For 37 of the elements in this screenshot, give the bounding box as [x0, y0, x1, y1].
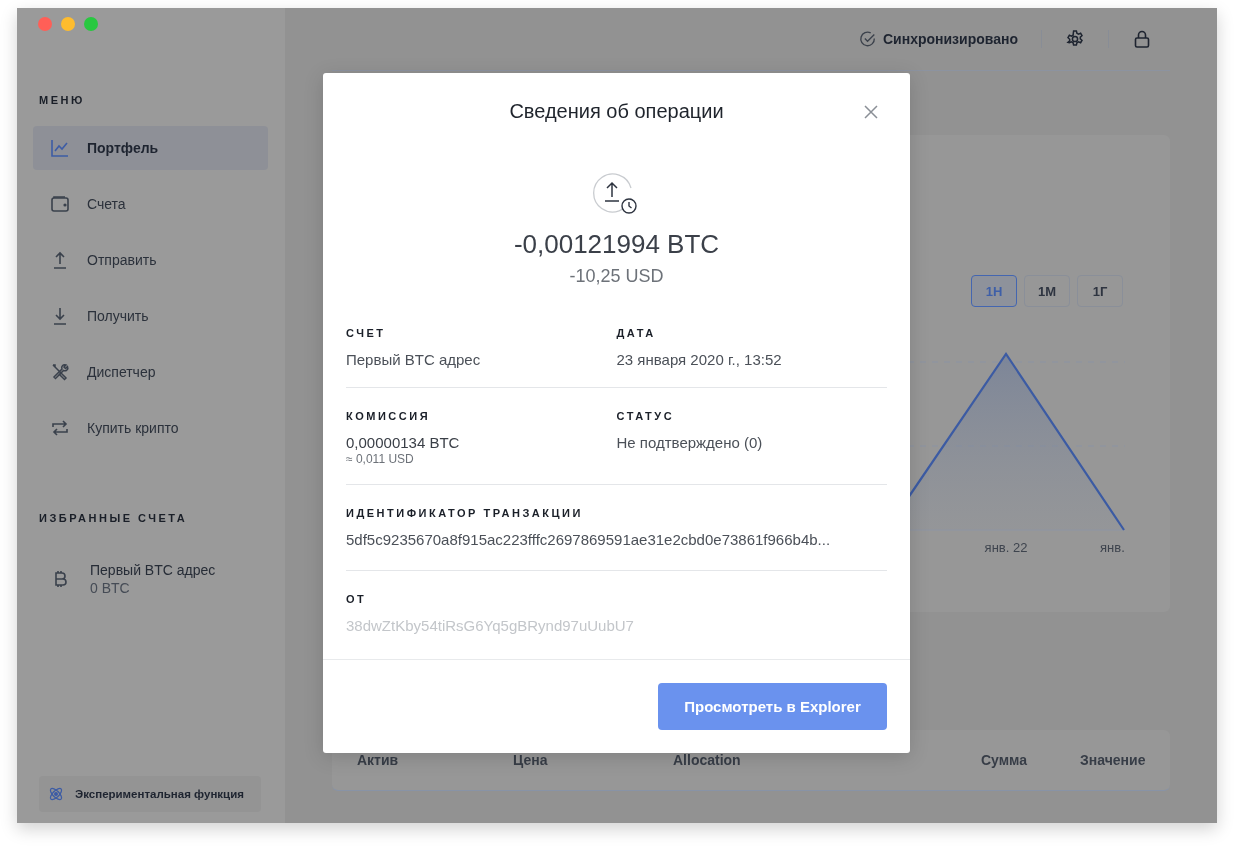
nav-item[interactable]: Диспетчер — [33, 350, 268, 394]
dialog-title: Сведения об операции — [509, 100, 724, 124]
range-button[interactable]: 1М — [1024, 275, 1070, 307]
column-header[interactable]: Цена — [513, 752, 673, 768]
date-value: 23 января 2020 г., 13:52 — [616, 351, 783, 368]
nav-item[interactable]: Счета — [33, 182, 268, 226]
nav-item[interactable]: Купить крипто — [33, 406, 268, 450]
sender-address: 38dwZtKby54tiRsG6Yq5gBRynd97uUubU7 — [346, 617, 635, 634]
amount: -0,00121994 BTC — [512, 229, 721, 260]
fee-value: 0,00000134 BTC — [346, 434, 461, 451]
field-label: СЧЕТ — [346, 327, 387, 339]
fee-fiat-value: ≈ 0,011 USD — [346, 452, 415, 466]
account-value: Первый BTC адрес — [346, 351, 482, 368]
view-in-explorer-button[interactable]: Просмотреть в Explorer — [658, 683, 887, 730]
favorites-heading: ИЗБРАННЫЕ СЧЕТА — [39, 512, 188, 524]
favorite-account[interactable]: Первый BTC адрес 0 BTC — [50, 562, 216, 596]
nav-item[interactable]: Отправить — [33, 238, 268, 282]
column-header[interactable]: Сумма — [981, 752, 1080, 768]
fiat-amount: -10,25 USD — [568, 266, 665, 287]
nav-item[interactable]: Получить — [33, 294, 268, 338]
field-label: ИДЕНТИФИКАТОР ТРАНЗАКЦИИ — [346, 507, 584, 519]
column-header[interactable]: Значение — [1080, 752, 1146, 768]
axis-label: янв. 22 — [984, 540, 1028, 555]
experimental-feature-button[interactable]: Экспериментальная функция — [39, 776, 261, 812]
field-label: ДАТА — [616, 327, 657, 339]
transaction-id: 5df5c9235670a8f915ac223fffc2697869591ae31e2cbd0e73861f966b4b... — [346, 531, 832, 548]
axis-label: янв. — [1100, 540, 1125, 555]
field-label: СТАТУС — [616, 410, 676, 422]
status-value: Не подтверждено (0) — [616, 434, 764, 451]
sync-status: Синхронизировано — [859, 30, 1018, 48]
nav-item[interactable]: Портфель — [33, 126, 268, 170]
column-header[interactable]: Актив — [357, 752, 513, 768]
field-label: ОТ — [346, 593, 368, 605]
column-header[interactable]: Allocation — [673, 752, 981, 768]
field-label: КОМИССИЯ — [346, 410, 432, 422]
menu-heading: МЕНЮ — [39, 94, 85, 106]
range-button[interactable]: 1Г — [1077, 275, 1123, 307]
